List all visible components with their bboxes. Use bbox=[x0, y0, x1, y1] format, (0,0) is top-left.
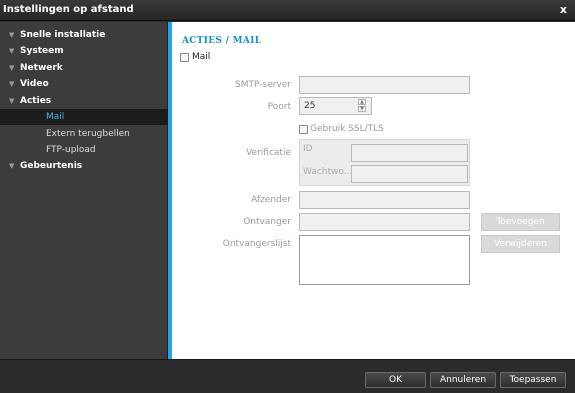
cancel-button[interactable]: Annuleren bbox=[430, 372, 496, 388]
sidebar-item-label: Systeem bbox=[20, 46, 64, 56]
sender-input[interactable] bbox=[299, 191, 470, 209]
recipient-input[interactable] bbox=[299, 213, 470, 231]
add-button[interactable]: Toevoegen bbox=[481, 213, 560, 231]
recipient-list-label: Ontvangerslijst bbox=[222, 239, 291, 249]
section-title: ACTIES / MAIL bbox=[182, 36, 262, 46]
sidebar-item-acties[interactable]: ▼ Acties bbox=[0, 93, 168, 109]
smtp-server-input[interactable] bbox=[299, 76, 470, 94]
sidebar-item-label: Gebeurtenis bbox=[20, 161, 83, 171]
expand-triangle-icon: ▼ bbox=[9, 162, 15, 170]
expand-triangle-icon: ▼ bbox=[9, 64, 15, 72]
port-label: Poort bbox=[267, 102, 291, 112]
main-panel: ACTIES / MAIL Mail SMTP-server Poort 25 … bbox=[172, 22, 575, 359]
expand-triangle-icon: ▼ bbox=[9, 80, 15, 88]
ok-button[interactable]: OK bbox=[365, 372, 426, 388]
ssl-checkbox[interactable] bbox=[299, 125, 308, 134]
smtp-label: SMTP-server bbox=[235, 80, 291, 90]
password-input[interactable] bbox=[351, 165, 468, 183]
expand-triangle-icon: ▼ bbox=[9, 47, 15, 55]
expand-triangle-icon: ▼ bbox=[9, 97, 15, 105]
sidebar-item-mail[interactable]: Mail bbox=[0, 109, 168, 125]
sidebar-item-label: Acties bbox=[20, 96, 52, 106]
sidebar-item-snelle-installatie[interactable]: ▼ Snelle installatie bbox=[0, 27, 168, 43]
spin-up-icon[interactable]: ▲ bbox=[358, 99, 366, 105]
sidebar-item-systeem[interactable]: ▼ Systeem bbox=[0, 43, 168, 59]
sidebar-item-label: Netwerk bbox=[20, 63, 63, 73]
ssl-label: Gebruik SSL/TLS bbox=[310, 124, 384, 134]
id-label: ID bbox=[303, 144, 313, 154]
sidebar-item-ftp-upload[interactable]: FTP-upload bbox=[0, 142, 168, 158]
spin-down-icon[interactable]: ▼ bbox=[358, 106, 366, 112]
sidebar: ▼ Snelle installatie ▼ Systeem ▼ Netwerk… bbox=[0, 22, 168, 359]
recipient-label: Ontvanger bbox=[243, 217, 291, 227]
title-bar: Instellingen op afstand x bbox=[0, 0, 575, 21]
window-title: Instellingen op afstand bbox=[3, 4, 134, 15]
sidebar-item-extern-terugbellen[interactable]: Extern terugbellen bbox=[0, 126, 168, 142]
mail-checkbox[interactable] bbox=[180, 53, 189, 62]
mail-checkbox-label: Mail bbox=[192, 52, 211, 62]
apply-button[interactable]: Toepassen bbox=[500, 372, 566, 388]
sidebar-item-label: Snelle installatie bbox=[20, 30, 106, 40]
expand-triangle-icon: ▼ bbox=[9, 31, 15, 39]
sidebar-item-video[interactable]: ▼ Video bbox=[0, 76, 168, 92]
footer-bar: OK Annuleren Toepassen bbox=[0, 359, 575, 393]
verification-box: ID Wachtwo... bbox=[299, 139, 470, 186]
delete-button[interactable]: Verwijderen bbox=[481, 235, 560, 253]
verification-label: Verificatie bbox=[246, 148, 291, 158]
close-icon[interactable]: x bbox=[560, 3, 567, 16]
password-label: Wachtwo... bbox=[303, 167, 353, 177]
sender-label: Afzender bbox=[251, 195, 291, 205]
recipient-list[interactable] bbox=[299, 235, 470, 285]
sidebar-item-gebeurtenis[interactable]: ▼ Gebeurtenis bbox=[0, 158, 168, 174]
id-input[interactable] bbox=[351, 144, 468, 162]
sidebar-item-netwerk[interactable]: ▼ Netwerk bbox=[0, 60, 168, 76]
sidebar-item-label: Video bbox=[20, 79, 49, 89]
